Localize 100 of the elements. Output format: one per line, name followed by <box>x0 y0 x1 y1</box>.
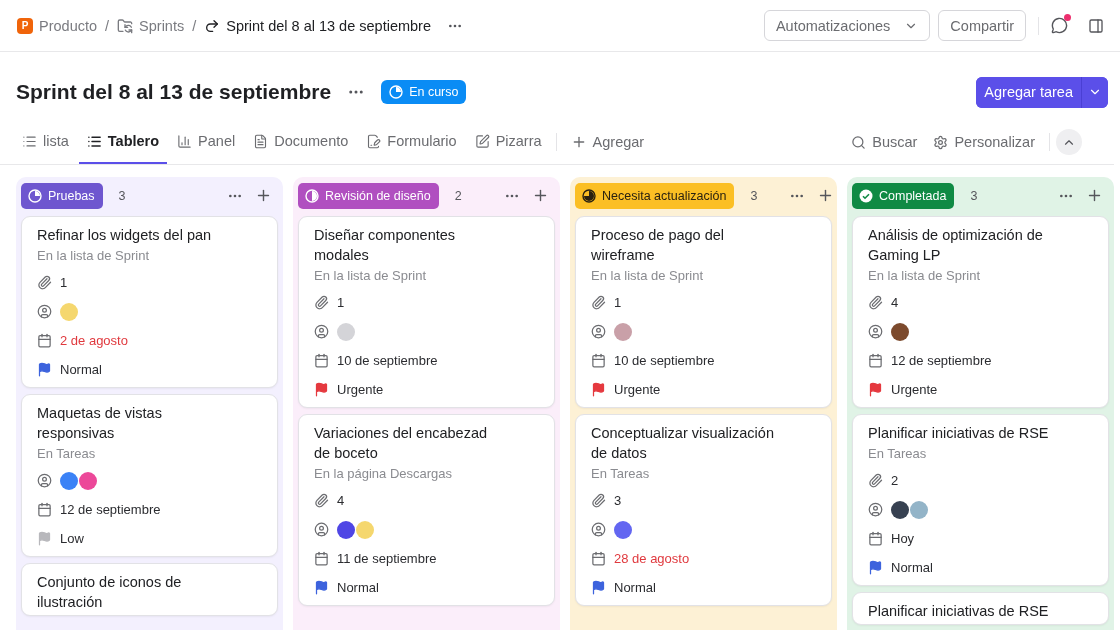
task-title: Conjunto de iconos de ilustración <box>37 573 183 612</box>
automations-button[interactable]: Automatizaciones <box>763 10 931 41</box>
chat-icon[interactable] <box>1051 17 1068 34</box>
view-tab[interactable]: Panel <box>169 116 244 164</box>
task-title: Planificar iniciativas de RSE <box>868 602 1050 621</box>
task-card[interactable]: Variaciones del encabezad de boceto En la página Descargas 4 11 de septiembre Normal <box>298 414 555 606</box>
add-icon[interactable] <box>255 187 272 204</box>
priority-label: Normal <box>60 362 102 377</box>
bar-chart-icon <box>177 133 193 149</box>
task-title: Conceptualizar visualización de datos <box>591 424 775 463</box>
calendar-icon <box>314 551 329 566</box>
calendar-icon <box>314 353 329 368</box>
settings-icon <box>933 134 949 150</box>
task-card[interactable]: Planificar iniciativas de RSE En Tareas 2 Hoy Normal <box>852 414 1109 586</box>
avatar[interactable] <box>614 520 632 539</box>
view-tab[interactable]: lista <box>22 116 77 164</box>
priority-label: Urgente <box>614 382 661 397</box>
attachment-count: 1 <box>60 275 68 290</box>
attachment-count: 1 <box>614 295 622 310</box>
calendar-icon <box>37 333 52 348</box>
status-circle-icon <box>305 188 319 203</box>
view-tab[interactable]: Documento <box>245 116 357 164</box>
share-button[interactable]: Compartir <box>938 10 1026 41</box>
due-date: 12 de septiembre <box>891 353 992 368</box>
breadcrumb-link[interactable]: Producto <box>39 17 98 34</box>
user-icon <box>591 324 606 339</box>
attachment-count: 1 <box>337 295 345 310</box>
view-tab[interactable]: Tablero <box>78 116 168 164</box>
user-icon <box>868 502 883 517</box>
task-card[interactable]: Planificar iniciativas de RSE <box>852 592 1109 625</box>
task-location: En Tareas <box>37 445 97 463</box>
user-icon <box>37 304 52 319</box>
task-card[interactable]: Refinar los widgets del pan En la lista de Sprint 1 2 de agosto Normal <box>21 216 278 388</box>
view-tab[interactable]: Pizarra <box>466 116 550 164</box>
caret-button[interactable] <box>1081 76 1108 108</box>
paperclip-icon <box>314 493 329 508</box>
due-date: 10 de septiembre <box>337 353 438 368</box>
avatar[interactable] <box>891 500 909 519</box>
avatar[interactable] <box>891 322 909 341</box>
calendar-icon <box>868 531 883 546</box>
collapse-button[interactable] <box>1056 129 1082 155</box>
status-tag[interactable]: Necesita actualización <box>575 182 735 209</box>
add-view-button[interactable]: Agregar <box>562 116 653 164</box>
breadcrumb-separator: / <box>105 17 110 34</box>
task-count: 3 <box>750 188 758 203</box>
calendar-icon <box>591 551 606 566</box>
user-icon <box>37 473 52 488</box>
task-card[interactable]: Diseñar componentes modales En la lista de Sprint 1 10 de septiembre Urgente <box>298 216 555 408</box>
pen-square-icon <box>474 133 490 149</box>
task-card[interactable]: Conjunto de iconos de ilustración <box>21 563 278 616</box>
customize-button[interactable]: Personalizar <box>925 116 1043 164</box>
page-title: Sprint del 8 al 13 de septiembre <box>16 80 332 104</box>
task-location: En la lista de Sprint <box>868 267 981 285</box>
task-location: En la lista de Sprint <box>37 247 150 265</box>
add-icon[interactable] <box>532 187 549 204</box>
status-tag[interactable]: Completada <box>852 182 955 209</box>
priority-label: Urgente <box>891 382 938 397</box>
status-badge[interactable]: En curso <box>381 80 467 104</box>
view-tab[interactable]: Formulario <box>358 116 465 164</box>
paperclip-icon <box>868 473 883 488</box>
priority-label: Urgente <box>337 382 384 397</box>
loop-arrow-icon <box>204 17 221 34</box>
check-circle-icon <box>859 188 873 203</box>
side-panel-icon[interactable] <box>1088 17 1104 34</box>
user-icon <box>314 324 329 339</box>
search-icon <box>851 134 867 150</box>
due-date: 28 de agosto <box>614 551 690 566</box>
task-title: Refinar los widgets del pan <box>37 226 213 245</box>
task-location: En Tareas <box>591 465 651 483</box>
attachment-count: 4 <box>337 493 345 508</box>
due-date: 2 de agosto <box>60 333 128 348</box>
task-card[interactable]: Análisis de optimización de Gaming LP En la lista de Sprint 4 12 de septiembre Urgente <box>852 216 1109 408</box>
paperclip-icon <box>591 493 606 508</box>
avatar[interactable] <box>337 520 355 539</box>
workspace-logo[interactable]: P <box>17 17 33 34</box>
attachment-count: 3 <box>614 493 622 508</box>
task-card[interactable]: Proceso de pago del wireframe En la lista de Sprint 1 10 de septiembre Urgente <box>575 216 832 408</box>
task-count: 3 <box>970 188 978 203</box>
task-card[interactable]: Conceptualizar visualización de datos En Tareas 3 28 de agosto Normal <box>575 414 832 606</box>
status-tag[interactable]: Pruebas <box>21 182 103 209</box>
calendar-icon <box>37 502 52 517</box>
task-location: En la lista de Sprint <box>591 267 704 285</box>
task-location: En la lista de Sprint <box>314 267 427 285</box>
paperclip-icon <box>591 295 606 310</box>
status-tag[interactable]: Revisión de diseño <box>298 182 439 209</box>
breadcrumb-link[interactable]: Sprints <box>139 17 185 34</box>
task-title: Proceso de pago del wireframe <box>591 226 725 265</box>
add-icon[interactable] <box>1086 187 1103 204</box>
calendar-icon <box>591 353 606 368</box>
search-button[interactable]: Buscar <box>843 116 926 164</box>
task-count: 2 <box>454 188 462 203</box>
paperclip-icon <box>314 295 329 310</box>
user-icon <box>591 522 606 537</box>
priority-label: Normal <box>614 580 656 595</box>
form-icon <box>366 133 382 149</box>
breadcrumb-link[interactable]: Sprint del 8 al 13 de septiembre <box>226 17 431 34</box>
user-icon <box>868 324 883 339</box>
status-circle-icon <box>389 85 404 99</box>
task-title: Análisis de optimización de Gaming LP <box>868 226 1044 265</box>
priority-label: Normal <box>337 580 379 595</box>
